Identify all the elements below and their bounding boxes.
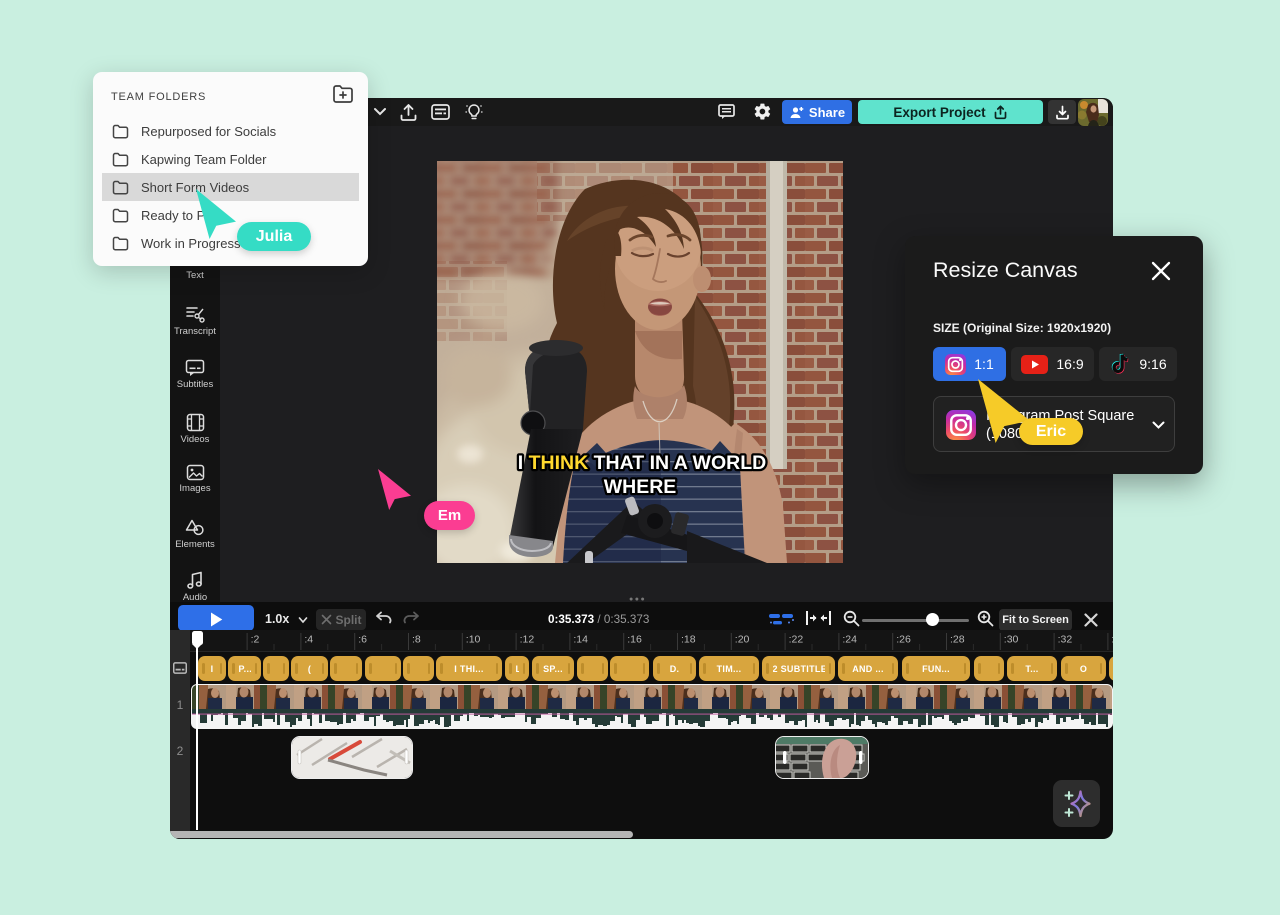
svg-text::20: :20 (735, 634, 750, 646)
svg-text::34: :34 (1111, 634, 1113, 646)
svg-text::26: :26 (896, 634, 911, 646)
svg-text::2: :2 (251, 634, 260, 646)
svg-text::30: :30 (1004, 634, 1019, 646)
svg-text::6: :6 (358, 634, 367, 646)
svg-text::14: :14 (573, 634, 588, 646)
svg-text::18: :18 (681, 634, 696, 646)
svg-text:I THINK THAT IN A WORLD: I THINK THAT IN A WORLD (518, 452, 766, 474)
svg-text::22: :22 (789, 634, 804, 646)
svg-text::32: :32 (1058, 634, 1073, 646)
svg-text::12: :12 (520, 634, 535, 646)
svg-text::8: :8 (412, 634, 421, 646)
svg-text::16: :16 (627, 634, 642, 646)
svg-text::10: :10 (466, 634, 481, 646)
svg-text::28: :28 (950, 634, 965, 646)
svg-text::24: :24 (842, 634, 857, 646)
svg-text:WHERE: WHERE (604, 476, 677, 498)
svg-text::4: :4 (304, 634, 313, 646)
